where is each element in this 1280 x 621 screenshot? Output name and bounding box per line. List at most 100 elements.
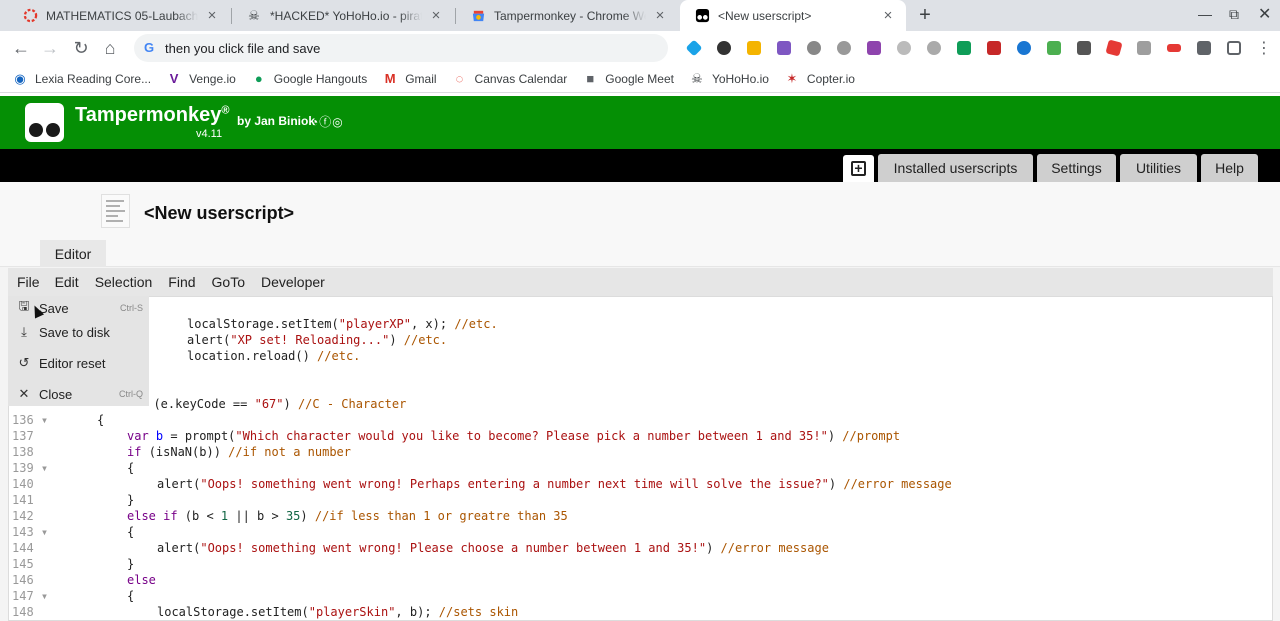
tab-utilities[interactable]: Utilities	[1120, 154, 1197, 182]
code-line: 140 alert("Oops! something went wrong! Pe…	[9, 476, 1269, 492]
extension-icon[interactable]	[1160, 39, 1188, 57]
tab-installed-userscripts[interactable]: Installed userscripts	[878, 154, 1033, 182]
close-icon[interactable]: ×	[652, 7, 668, 24]
close-icon[interactable]: ×	[204, 7, 220, 24]
window-close-icon[interactable]: ✕	[1258, 4, 1271, 24]
instagram-icon[interactable]: ◎	[332, 115, 343, 129]
extension-icon[interactable]	[800, 39, 828, 57]
menu-icon[interactable]: ⋮	[1250, 39, 1278, 57]
menu-developer[interactable]: Developer	[251, 274, 331, 290]
browser-tab-canvas[interactable]: MATHEMATICS 05-Laubach-FY-F ×	[8, 0, 230, 31]
code-token: "Oops! something went wrong! Please choo…	[200, 541, 707, 555]
extension-icon[interactable]	[680, 39, 708, 57]
new-tab-button[interactable]: +	[914, 5, 936, 27]
code-text: {	[97, 412, 104, 428]
line-number: 138	[12, 445, 34, 459]
code-token: }	[127, 493, 135, 507]
code-line: 137 var b = prompt("Which character would…	[9, 428, 1269, 444]
extension-icon[interactable]	[980, 39, 1008, 57]
menu-edit[interactable]: Edit	[46, 274, 85, 290]
extension-icon[interactable]	[740, 39, 768, 57]
extension-icon[interactable]	[890, 39, 918, 57]
extension-icon[interactable]	[1010, 39, 1038, 57]
close-icon[interactable]: ×	[880, 7, 896, 24]
tab-help[interactable]: Help	[1201, 154, 1258, 182]
bookmark-gmail[interactable]: M Gmail	[382, 71, 437, 87]
extension-icon[interactable]	[1100, 39, 1128, 57]
omnibox[interactable]: G then you click file and save	[134, 34, 668, 62]
forward-icon[interactable]: →	[39, 37, 61, 59]
code-token: )	[827, 429, 843, 443]
extension-icon[interactable]	[770, 39, 798, 57]
bookmark-venge[interactable]: V Venge.io	[166, 71, 236, 87]
menu-item-save-to-disk[interactable]: ⤓ Save to disk	[8, 320, 149, 344]
browser-tab-webstore[interactable]: Tampermonkey - Chrome Web St ×	[456, 0, 678, 31]
back-icon[interactable]: ←	[10, 37, 32, 59]
extension-icon[interactable]	[1130, 39, 1158, 57]
puzzle-icon[interactable]	[1190, 39, 1218, 57]
tab-title: *HACKED* YoHoHo.io - pirate ba	[270, 8, 422, 23]
code-token: //error message	[720, 541, 829, 555]
code-token: else if	[127, 509, 185, 523]
social-links: ◔ⓕ◎	[311, 113, 344, 130]
bookmark-lexia[interactable]: ◉ Lexia Reading Core...	[12, 71, 151, 87]
google-icon: G	[144, 40, 155, 55]
code-token: "playerXP"	[338, 317, 411, 331]
code-token: if	[127, 445, 149, 459]
code-text: alert("XP set! Reloading...") //etc.	[187, 332, 447, 348]
extension-icon[interactable]	[1040, 39, 1068, 57]
code-token: {	[127, 589, 135, 603]
extension-icon[interactable]	[710, 39, 738, 57]
code-token: )	[706, 541, 721, 555]
minimize-icon[interactable]: —	[1198, 6, 1212, 22]
bookmark-copter[interactable]: ✶ Copter.io	[784, 71, 854, 87]
line-number: 144	[12, 541, 34, 555]
restore-icon[interactable]: ⧉	[1229, 6, 1239, 23]
facebook-icon[interactable]: ⓕ	[319, 115, 332, 129]
reset-icon: ↺	[18, 355, 30, 370]
home-icon[interactable]: ⌂	[99, 37, 121, 59]
bookmark-hangouts[interactable]: ● Google Hangouts	[251, 71, 367, 87]
extension-icon[interactable]	[950, 39, 978, 57]
bookmark-google-meet[interactable]: ■ Google Meet	[582, 71, 674, 87]
menu-goto[interactable]: GoTo	[202, 274, 251, 290]
code-editor[interactable]: localStorage.setItem("playerXP", x); //e…	[8, 296, 1273, 621]
extension-icon[interactable]	[920, 39, 948, 57]
folder-icon: ■	[586, 71, 595, 86]
bookmark-canvas-calendar[interactable]: ◌ Canvas Calendar	[452, 71, 568, 87]
download-icon: ⤓	[21, 324, 27, 339]
cast-icon[interactable]	[1220, 39, 1248, 57]
code-line: 138 if (isNaN(b)) //if not a number	[9, 444, 1269, 460]
extension-icon[interactable]	[1070, 39, 1098, 57]
code-token: {	[127, 461, 135, 475]
browser-tab-yohoho[interactable]: ☠ *HACKED* YoHoHo.io - pirate ba ×	[232, 0, 454, 31]
code-token: "XP set! Reloading..."	[230, 333, 390, 347]
code-token: location.reload()	[187, 349, 318, 363]
menu-item-editor-reset[interactable]: ↺ Editor reset	[8, 351, 149, 375]
lexia-icon: ◉	[14, 70, 26, 86]
code-line: alert("XP set! Reloading...") //etc.	[9, 332, 1269, 348]
reload-icon[interactable]: ↻	[70, 37, 92, 59]
menu-file[interactable]: File	[8, 274, 46, 290]
script-header: <New userscript>	[0, 182, 1280, 240]
canvas-icon	[22, 8, 38, 24]
line-number: 143 ▾	[12, 525, 49, 539]
bookmark-yohoho[interactable]: ☠ YoHoHo.io	[689, 71, 769, 87]
code-line: 148 localStorage.setItem("playerSkin", b)…	[9, 604, 1269, 620]
extension-icon[interactable]	[830, 39, 858, 57]
menu-selection[interactable]: Selection	[85, 274, 159, 290]
line-number: 141	[12, 493, 34, 507]
line-number: 142	[12, 509, 34, 523]
menu-item-close[interactable]: ✕ Close Ctrl-Q	[8, 382, 149, 406]
extension-icon[interactable]	[860, 39, 888, 57]
tab-title: Tampermonkey - Chrome Web St	[494, 8, 646, 23]
new-script-button[interactable]: +	[843, 155, 874, 182]
line-number: 140	[12, 477, 34, 491]
code-line: 145}	[9, 556, 1269, 572]
tab-editor[interactable]: Editor	[40, 240, 106, 267]
tab-settings[interactable]: Settings	[1037, 154, 1116, 182]
menu-find[interactable]: Find	[158, 274, 201, 290]
close-icon[interactable]: ×	[428, 7, 444, 24]
browser-tab-new-userscript[interactable]: <New userscript> ×	[680, 0, 906, 31]
github-icon[interactable]: ◔	[311, 115, 319, 129]
